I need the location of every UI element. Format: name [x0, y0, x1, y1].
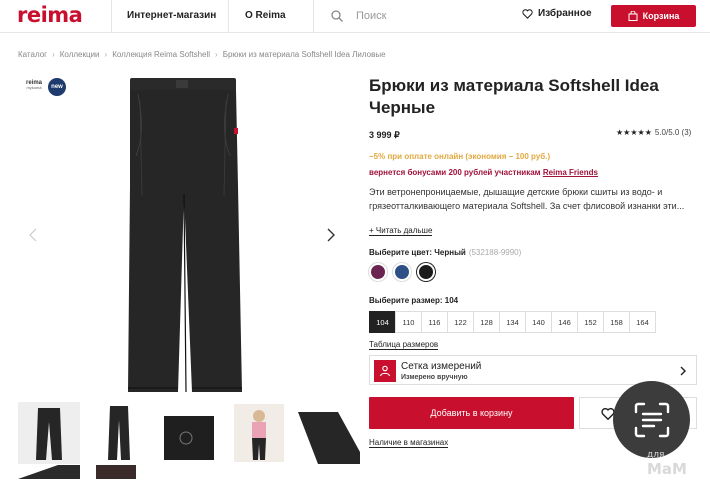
reima-logo[interactable]: reima	[17, 3, 83, 27]
gallery-prev-button[interactable]	[26, 226, 40, 244]
color-swatch-3[interactable]	[417, 263, 435, 281]
size-option-158[interactable]: 158	[603, 311, 630, 333]
thumbnail-6[interactable]	[18, 465, 80, 479]
read-more-link[interactable]: + Читать дальше	[369, 226, 433, 236]
size-option-128[interactable]: 128	[473, 311, 500, 333]
color-swatch-2[interactable]	[393, 263, 411, 281]
product-description: Эти ветронепроницаемые, дышащие детские …	[369, 187, 685, 211]
chevron-left-icon	[29, 228, 37, 242]
nav-about-reima[interactable]: О Reima	[245, 10, 286, 21]
size-label: Выберите размер: 104	[369, 296, 459, 305]
color-code: (532188-9990)	[468, 248, 522, 257]
bonus-text: вернется бонусами 200 рублей участникам	[369, 168, 543, 177]
chevron-right-icon: ›	[52, 50, 55, 59]
add-to-cart-button[interactable]: Добавить в корзину	[369, 397, 574, 429]
store-availability-link[interactable]: Наличие в магазинах	[369, 438, 449, 448]
size-option-104[interactable]: 104	[369, 311, 396, 333]
fabric-detail-thumbnail-image	[164, 416, 214, 460]
thumbnail-2[interactable]	[88, 402, 150, 464]
size-option-140[interactable]: 140	[525, 311, 552, 333]
partial-thumbnail-image	[96, 465, 136, 479]
cart-button[interactable]: Корзина	[611, 5, 696, 27]
shopping-bag-icon	[628, 11, 638, 21]
size-option-152[interactable]: 152	[577, 311, 604, 333]
product-price: 3 999 ₽	[369, 130, 400, 140]
header-divider	[111, 0, 112, 33]
reima-badge: reima mykuma	[22, 80, 46, 90]
nav-online-shop[interactable]: Интернет-магазин	[127, 10, 216, 21]
reima-badge-subtext: mykuma	[26, 85, 42, 90]
online-payment-promo: −5% при оплате онлайн (экономия − 100 ру…	[369, 152, 551, 161]
scan-text-button[interactable]	[613, 381, 690, 458]
thumbnail-7[interactable]	[96, 465, 158, 479]
watermark: для МаМ	[647, 448, 687, 478]
search-icon[interactable]	[330, 9, 344, 23]
reima-friends-link[interactable]: Reima Friends	[543, 168, 598, 177]
product-main-image[interactable]	[120, 76, 248, 394]
thumbnail-4[interactable]	[228, 402, 290, 464]
chevron-right-icon: ›	[104, 50, 108, 59]
watermark-line2: МаМ	[647, 460, 687, 478]
color-swatch-1[interactable]	[369, 263, 387, 281]
color-label: Выберите цвет: Черный (532188-9990)	[369, 248, 521, 257]
size-option-110[interactable]: 110	[395, 311, 422, 333]
search-input[interactable]	[356, 6, 496, 26]
thumbnail-strip	[18, 402, 360, 464]
thumbnail-5[interactable]	[298, 402, 360, 464]
breadcrumb-catalog[interactable]: Каталог	[18, 50, 47, 59]
chevron-right-icon	[680, 366, 686, 376]
breadcrumb-current: Брюки из материала Softshell Idea Лиловы…	[222, 50, 386, 59]
size-selector: 104 110 116 122 128 134 140 146 152 158 164	[369, 311, 656, 333]
pants-back-thumbnail-image	[108, 406, 130, 460]
size-option-116[interactable]: 116	[421, 311, 448, 333]
new-badge: new	[48, 78, 66, 96]
partial-thumbnail-image	[18, 465, 80, 479]
header-divider	[313, 0, 314, 33]
product-rating[interactable]: ★★★★★ 5.0/5.0 (3)	[616, 128, 691, 137]
size-option-146[interactable]: 146	[551, 311, 578, 333]
gallery-next-button[interactable]	[324, 226, 338, 244]
text-scan-icon	[634, 402, 669, 437]
breadcrumb-collections[interactable]: Коллекции	[60, 50, 100, 59]
measurement-grid-title: Сетка измерений	[401, 361, 482, 372]
person-icon	[374, 360, 396, 382]
product-title: Брюки из материала Softshell Idea Черные	[369, 76, 659, 117]
color-label-text: Выберите цвет: Черный	[369, 248, 466, 257]
measurement-grid-subtitle: Измерено вручную	[401, 374, 468, 381]
pants-side-thumbnail-image	[298, 412, 360, 464]
cart-label: Корзина	[642, 11, 680, 21]
pants-thumbnail-image	[36, 408, 62, 460]
rating-stars-icon: ★★★★★	[616, 128, 652, 137]
child-model-thumbnail-image	[234, 404, 284, 462]
size-option-122[interactable]: 122	[447, 311, 474, 333]
chevron-right-icon: ›	[215, 50, 218, 59]
size-option-164[interactable]: 164	[629, 311, 656, 333]
size-table-link[interactable]: Таблица размеров	[369, 340, 439, 350]
heart-icon	[522, 8, 533, 19]
favorites-link[interactable]: Избранное	[522, 8, 592, 19]
bonus-info: вернется бонусами 200 рублей участникам …	[369, 168, 598, 177]
thumbnail-3[interactable]	[158, 402, 220, 464]
favorites-label: Избранное	[538, 8, 592, 19]
header-divider	[228, 0, 229, 33]
size-option-134[interactable]: 134	[499, 311, 526, 333]
breadcrumb-softshell-collection[interactable]: Коллекция Reima Softshell	[112, 50, 210, 59]
breadcrumb: Каталог › Коллекции › Коллекция Reima So…	[18, 50, 386, 59]
site-header: reima Интернет-магазин О Reima Избранное…	[0, 0, 710, 33]
rating-text: 5.0/5.0 (3)	[654, 128, 692, 137]
color-swatches	[369, 263, 435, 281]
chevron-right-icon	[327, 228, 335, 242]
thumbnail-1[interactable]	[18, 402, 80, 464]
